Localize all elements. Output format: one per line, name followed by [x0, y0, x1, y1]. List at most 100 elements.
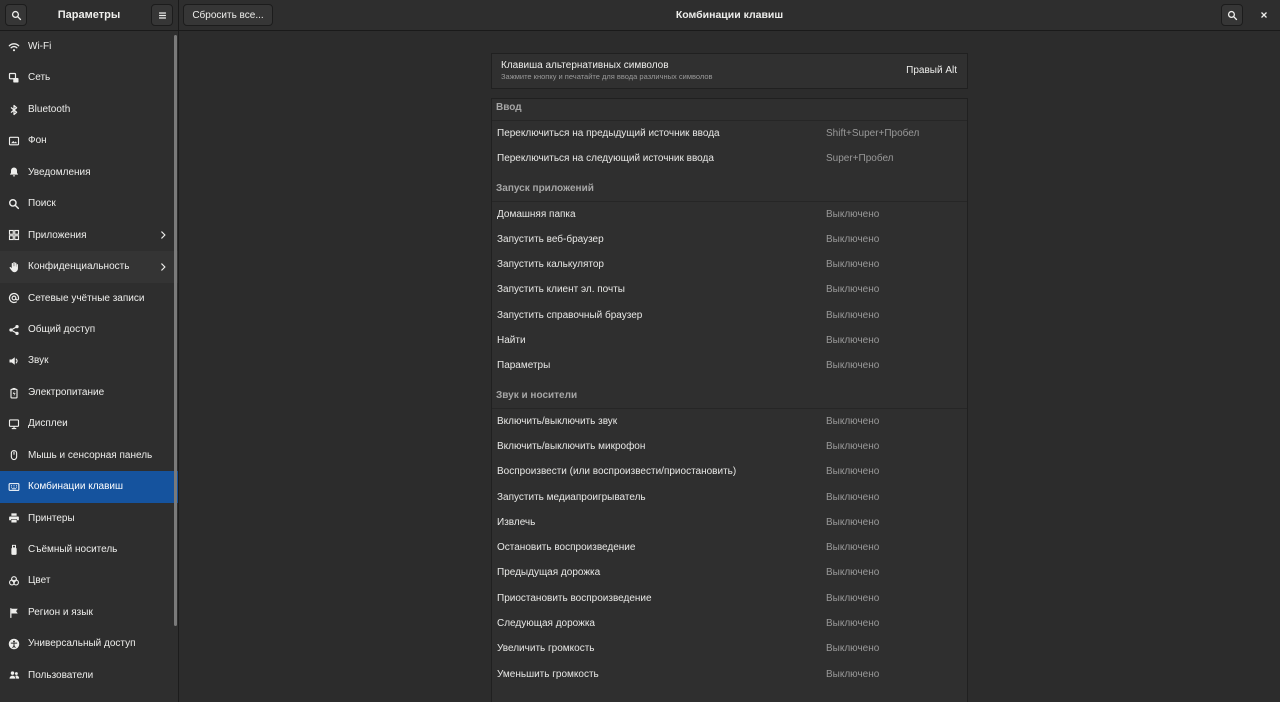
shortcut-label: Запустить медиапроигрыватель: [497, 491, 646, 503]
sidebar-item-label: Поиск: [28, 198, 56, 210]
shortcut-row[interactable]: Запустить калькулятор Выключено: [492, 252, 967, 277]
shortcut-accel: Выключено: [826, 542, 880, 554]
keyboard-icon: [8, 481, 20, 493]
sidebar-search-button[interactable]: [5, 4, 27, 26]
sidebar-item-region-language[interactable]: Регион и язык: [0, 597, 178, 628]
sidebar-item-label: Пользователи: [28, 669, 94, 681]
sidebar-item-search[interactable]: Поиск: [0, 188, 178, 219]
shortcut-accel: Выключено: [826, 643, 880, 655]
alternate-characters-key-row[interactable]: Клавиша альтернативных символов Зажмите …: [491, 53, 968, 89]
sidebar-item-applications[interactable]: Приложения: [0, 220, 178, 251]
color-icon: [8, 575, 20, 587]
sidebar-item-accessibility[interactable]: Универсальный доступ: [0, 628, 178, 659]
shortcut-row[interactable]: Включить/выключить микрофон Выключено: [492, 434, 967, 459]
sidebar-item-bluetooth[interactable]: Bluetooth: [0, 94, 178, 125]
shortcut-accel: Выключено: [826, 360, 880, 372]
sidebar-item-users[interactable]: Пользователи: [0, 660, 178, 691]
shortcut-row[interactable]: Приостановить воспроизведение Выключено: [492, 586, 967, 611]
sidebar-item-notifications[interactable]: Уведомления: [0, 157, 178, 188]
shortcut-accel: Выключено: [826, 668, 880, 680]
section-header: Звук и носители: [492, 379, 967, 409]
sidebar-item-sound[interactable]: Звук: [0, 345, 178, 376]
sidebar-item-label: Wi-Fi: [28, 41, 52, 52]
shortcut-row[interactable]: Включить/выключить звук Выключено: [492, 409, 967, 434]
shortcut-row[interactable]: Параметры Выключено: [492, 353, 967, 378]
sidebar-item-label: Съёмный носитель: [28, 544, 118, 555]
header-bar: Параметры Сбросить все... Комбинации кла…: [0, 0, 1280, 31]
bell-icon: [8, 166, 20, 178]
shortcut-row[interactable]: Предыдущая дорожка Выключено: [492, 560, 967, 585]
sidebar-item-label: Дисплеи: [28, 418, 68, 430]
monitor-icon: [8, 418, 20, 430]
sidebar: Wi-Fi Сеть Bluetooth Фон Уведомления Пои…: [0, 31, 179, 702]
shortcut-accel: Выключено: [826, 335, 880, 347]
sidebar-item-label: Универсальный доступ: [28, 638, 136, 650]
shortcut-row[interactable]: Переключиться на предыдущий источник вво…: [492, 121, 967, 146]
shortcut-row[interactable]: Запустить справочный браузер Выключено: [492, 303, 967, 328]
shortcut-row[interactable]: Домашняя папка Выключено: [492, 202, 967, 227]
shortcut-label: Остановить воспроизведение: [497, 542, 636, 554]
shortcut-row[interactable]: Запустить медиапроигрыватель Выключено: [492, 485, 967, 510]
shortcut-row[interactable]: Остановить воспроизведение Выключено: [492, 535, 967, 560]
shortcut-row[interactable]: Увеличить громкость Выключено: [492, 636, 967, 661]
shortcut-label: Воспроизвести (или воспроизвести/приоста…: [497, 466, 737, 478]
shortcut-row[interactable]: Уменьшить громкость Выключено: [492, 662, 967, 687]
sidebar-item-mouse-touchpad[interactable]: Мышь и сенсорная панель: [0, 440, 178, 471]
shortcut-label: Уменьшить громкость: [497, 668, 599, 680]
sidebar-item-label: Звук: [28, 355, 49, 367]
usb-drive-icon: [8, 544, 20, 556]
image-icon: [8, 135, 20, 147]
shortcut-accel: Выключено: [826, 233, 880, 245]
network-wired-icon: [8, 72, 20, 84]
sidebar-item-keyboard-shortcuts[interactable]: Комбинации клавиш: [0, 471, 178, 503]
shortcut-row[interactable]: Найти Выключено: [492, 328, 967, 353]
share-icon: [8, 324, 20, 336]
sidebar-item-printers[interactable]: Принтеры: [0, 503, 178, 534]
section-header: Запуск приложений: [492, 172, 967, 202]
sidebar-item-label: Сеть: [28, 72, 51, 84]
shortcut-row[interactable]: Переключиться на следующий источник ввод…: [492, 146, 967, 171]
close-button[interactable]: [1255, 6, 1273, 24]
shortcut-accel: Выключено: [826, 415, 880, 427]
shortcut-row[interactable]: Следующая дорожка Выключено: [492, 611, 967, 636]
shortcut-row[interactable]: Воспроизвести (или воспроизвести/приоста…: [492, 459, 967, 484]
shortcut-row[interactable]: Запустить клиент эл. почты Выключено: [492, 277, 967, 302]
sidebar-item-sharing[interactable]: Общий доступ: [0, 314, 178, 345]
sidebar-item-label: Электропитание: [28, 386, 105, 398]
shortcut-accel: Выключено: [826, 440, 880, 452]
sidebar-item-power[interactable]: Электропитание: [0, 377, 178, 408]
apps-grid-icon: [8, 229, 20, 241]
sidebar-item-label: Фон: [28, 135, 47, 147]
sidebar-item-removable-media[interactable]: Съёмный носитель: [0, 534, 178, 565]
main-menu-button[interactable]: [151, 4, 173, 26]
sidebar-item-displays[interactable]: Дисплеи: [0, 408, 178, 439]
sidebar-item-label: Конфиденциальность: [28, 261, 130, 273]
shortcut-label: Предыдущая дорожка: [497, 567, 601, 579]
shortcut-row[interactable]: Извлечь Выключено: [492, 510, 967, 535]
hand-icon: [8, 261, 20, 273]
sidebar-item-label: Цвет: [28, 575, 51, 587]
flag-icon: [8, 607, 20, 619]
shortcut-row[interactable]: Запустить веб-браузер Выключено: [492, 227, 967, 252]
shortcut-search-button[interactable]: [1221, 4, 1243, 26]
shortcut-accel: Выключено: [826, 309, 880, 321]
sidebar-item-background[interactable]: Фон: [0, 125, 178, 156]
sidebar-item-privacy[interactable]: Конфиденциальность: [0, 251, 178, 283]
shortcut-label: Запустить справочный браузер: [497, 309, 643, 321]
sidebar-item-label: Принтеры: [28, 512, 75, 524]
shortcut-label: Найти: [497, 335, 526, 347]
section-header: Ввод: [492, 99, 967, 121]
sidebar-item-online-accounts[interactable]: Сетевые учётные записи: [0, 283, 178, 314]
shortcuts-list: Ввод Переключиться на предыдущий источни…: [491, 98, 968, 702]
sidebar-item-label: Мышь и сенсорная панель: [28, 449, 153, 461]
wifi-icon: [8, 41, 20, 53]
sidebar-item-wifi[interactable]: Wi-Fi: [0, 31, 178, 62]
sidebar-item-color[interactable]: Цвет: [0, 565, 178, 596]
shortcut-label: Запустить веб-браузер: [497, 233, 604, 245]
sidebar-item-label: Сетевые учётные записи: [28, 292, 145, 304]
battery-icon: [8, 387, 20, 399]
shortcut-accel: Выключено: [826, 567, 880, 579]
sidebar-scrollbar[interactable]: [174, 35, 177, 626]
shortcut-accel: Выключено: [826, 466, 880, 478]
sidebar-item-network[interactable]: Сеть: [0, 62, 178, 93]
